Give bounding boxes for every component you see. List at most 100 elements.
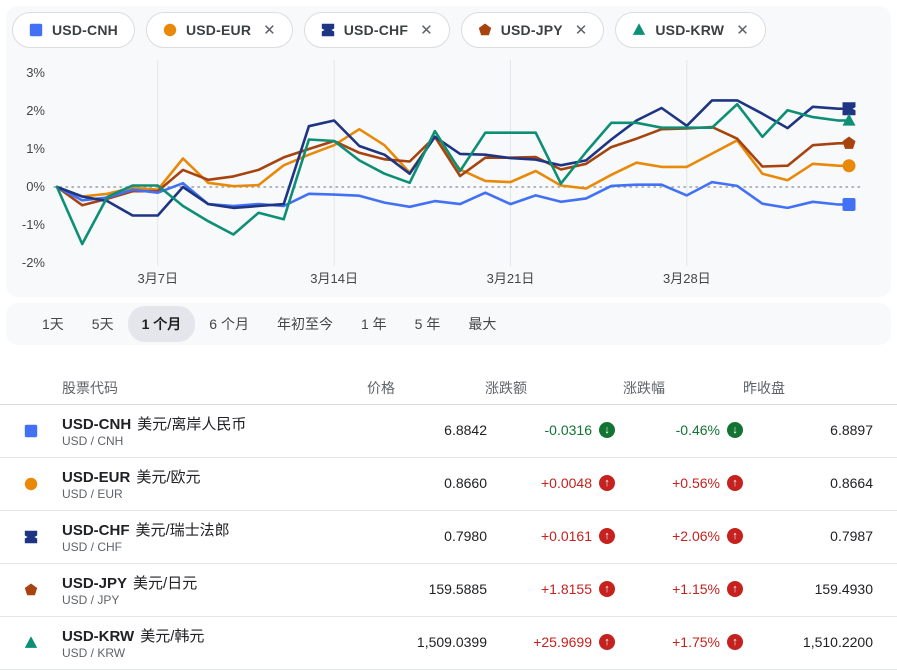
series-marker-icon <box>24 636 38 650</box>
ticker-pair: USD / EUR <box>62 487 123 501</box>
range-button-1个月[interactable]: 1 个月 <box>128 306 196 342</box>
chip-label: USD-JPY <box>501 22 563 38</box>
x-axis-label: 3月14日 <box>310 271 358 286</box>
change-value: +0.0161 ↑ <box>485 528 615 544</box>
x-axis-label: 3月7日 <box>138 271 178 286</box>
ticker-name: 美元/离岸人民币 <box>137 416 246 433</box>
chip-label: USD-CHF <box>344 22 408 38</box>
change-value: +1.8155 ↑ <box>485 581 615 597</box>
y-axis-label: -2% <box>22 255 46 270</box>
prev-close-value: 1,510.2200 <box>743 634 873 650</box>
x-axis-label: 3月21日 <box>487 271 535 286</box>
ticker-pair: USD / KRW <box>62 646 125 660</box>
chip-label: USD-CNH <box>52 22 118 38</box>
ticker-symbol: USD-KRW <box>62 628 134 645</box>
currency-chip-usd-jpy[interactable]: USD-JPY ✕ <box>461 12 605 48</box>
range-button-5年[interactable]: 5 年 <box>401 306 455 342</box>
close-icon[interactable]: ✕ <box>263 23 276 38</box>
range-button-5天[interactable]: 5天 <box>78 306 128 342</box>
prev-close-value: 0.7987 <box>743 528 873 544</box>
price-value: 0.8660 <box>367 475 487 491</box>
series-marker-icon <box>163 23 177 37</box>
column-header-symbol: 股票代码 <box>62 378 118 398</box>
change-pct-value: +1.15% ↑ <box>623 581 743 597</box>
ticker-name: 美元/韩元 <box>140 628 204 645</box>
close-icon[interactable]: ✕ <box>736 23 749 38</box>
change-direction-icon: ↑ <box>727 634 743 650</box>
currency-chip-usd-krw[interactable]: USD-KRW ✕ <box>615 12 765 48</box>
currency-chip-usd-chf[interactable]: USD-CHF ✕ <box>304 12 450 48</box>
price-value: 1,509.0399 <box>367 634 487 650</box>
table-header-row: 股票代码 价格 涨跌额 涨跌幅 昨收盘 <box>0 370 897 405</box>
change-direction-icon: ↑ <box>599 634 615 650</box>
prev-close-value: 6.8897 <box>743 422 873 438</box>
ticker-symbol: USD-CNH <box>62 416 131 433</box>
range-button-1天[interactable]: 1天 <box>28 306 78 342</box>
chip-label: USD-EUR <box>186 22 251 38</box>
series-line-usd-jpy <box>57 127 838 205</box>
currency-chips-row: USD-CNH USD-EUR ✕ USD-CHF ✕ USD-JPY ✕ US… <box>12 12 766 48</box>
table-body: USD-CNH美元/离岸人民币 USD / CNH 6.8842 -0.0316… <box>0 405 897 670</box>
prev-close-value: 159.4930 <box>743 581 873 597</box>
series-marker-icon <box>24 530 38 544</box>
change-direction-icon: ↓ <box>599 422 615 438</box>
table-row-usd-jpy[interactable]: USD-JPY 美元/日元 USD / JPY 159.5885 +1.8155 … <box>0 564 897 617</box>
series-end-marker-usd-jpy <box>843 136 856 148</box>
change-direction-icon: ↑ <box>727 581 743 597</box>
table-row-usd-eur[interactable]: USD-EUR美元/欧元 USD / EUR 0.8660 +0.0048 ↑ … <box>0 458 897 511</box>
x-axis-label: 3月28日 <box>663 271 711 286</box>
ticker-pair: USD / CHF <box>62 540 122 554</box>
currency-chip-usd-cnh[interactable]: USD-CNH <box>12 12 135 48</box>
quotes-table: 股票代码 价格 涨跌额 涨跌幅 昨收盘 USD-CNH 美元/离岸人民币 USD … <box>0 370 897 670</box>
price-value: 159.5885 <box>367 581 487 597</box>
series-line-usd-cnh <box>57 182 838 208</box>
series-marker-icon <box>24 583 38 597</box>
price-value: 0.7980 <box>367 528 487 544</box>
column-header-change: 涨跌额 <box>485 378 615 398</box>
series-marker-icon <box>632 23 646 37</box>
time-range-bar: 1天5天1 个月6 个月年初至今1 年5 年最大 <box>6 303 891 345</box>
table-row-usd-chf[interactable]: USD-CHF 美元/瑞士法郎 USD / CHF 0.7980 +0.0161 … <box>0 511 897 564</box>
change-direction-icon: ↑ <box>599 581 615 597</box>
series-end-marker-usd-eur <box>843 159 856 172</box>
y-axis-label: 2% <box>26 103 45 118</box>
close-icon[interactable]: ✕ <box>420 23 433 38</box>
table-row-usd-cnh[interactable]: USD-CNH美元/离岸人民币 USD / CNH 6.8842 -0.0316… <box>0 405 897 458</box>
y-axis-label: 1% <box>26 141 45 156</box>
ticker-name: 美元/日元 <box>133 575 197 592</box>
close-icon[interactable]: ✕ <box>575 23 588 38</box>
series-line-usd-krw <box>57 104 838 244</box>
ticker-pair: USD / CNH <box>62 434 123 448</box>
range-button-最大[interactable]: 最大 <box>454 306 510 342</box>
change-direction-icon: ↑ <box>599 475 615 491</box>
series-marker-icon <box>321 23 335 37</box>
column-header-prev-close: 昨收盘 <box>743 378 873 398</box>
change-pct-value: +1.75% ↑ <box>623 634 743 650</box>
currency-chip-usd-eur[interactable]: USD-EUR ✕ <box>146 12 293 48</box>
ticker-symbol: USD-EUR <box>62 469 130 486</box>
comparison-line-chart[interactable]: 3月7日3月14日3月21日3月28日3%2%1%0%-1%-2% <box>6 56 891 297</box>
change-direction-icon: ↑ <box>727 475 743 491</box>
change-direction-icon: ↑ <box>727 528 743 544</box>
range-button-1年[interactable]: 1 年 <box>347 306 401 342</box>
change-pct-value: +0.56% ↑ <box>623 475 743 491</box>
y-axis-label: 3% <box>26 65 45 80</box>
series-marker-icon <box>24 424 38 438</box>
chart-panel: USD-CNH USD-EUR ✕ USD-CHF ✕ USD-JPY ✕ US… <box>6 6 891 297</box>
ticker-pair: USD / JPY <box>62 593 119 607</box>
series-marker-icon <box>24 477 38 491</box>
change-value: +25.9699 ↑ <box>485 634 615 650</box>
range-button-6个月[interactable]: 6 个月 <box>195 306 263 342</box>
change-pct-value: +2.06% ↑ <box>623 528 743 544</box>
y-axis-label: 0% <box>26 179 45 194</box>
prev-close-value: 0.8664 <box>743 475 873 491</box>
ticker-name: 美元/瑞士法郎 <box>136 522 230 539</box>
chip-label: USD-KRW <box>655 22 724 38</box>
ticker-name: 美元/欧元 <box>136 469 200 486</box>
series-marker-icon <box>478 23 492 37</box>
range-button-年初至今[interactable]: 年初至今 <box>263 306 347 342</box>
ticker-symbol: USD-JPY <box>62 575 127 592</box>
table-row-usd-krw[interactable]: USD-KRW 美元/韩元 USD / KRW 1,509.0399 +25.96… <box>0 617 897 670</box>
ticker-symbol: USD-CHF <box>62 522 130 539</box>
change-value: +0.0048 ↑ <box>485 475 615 491</box>
